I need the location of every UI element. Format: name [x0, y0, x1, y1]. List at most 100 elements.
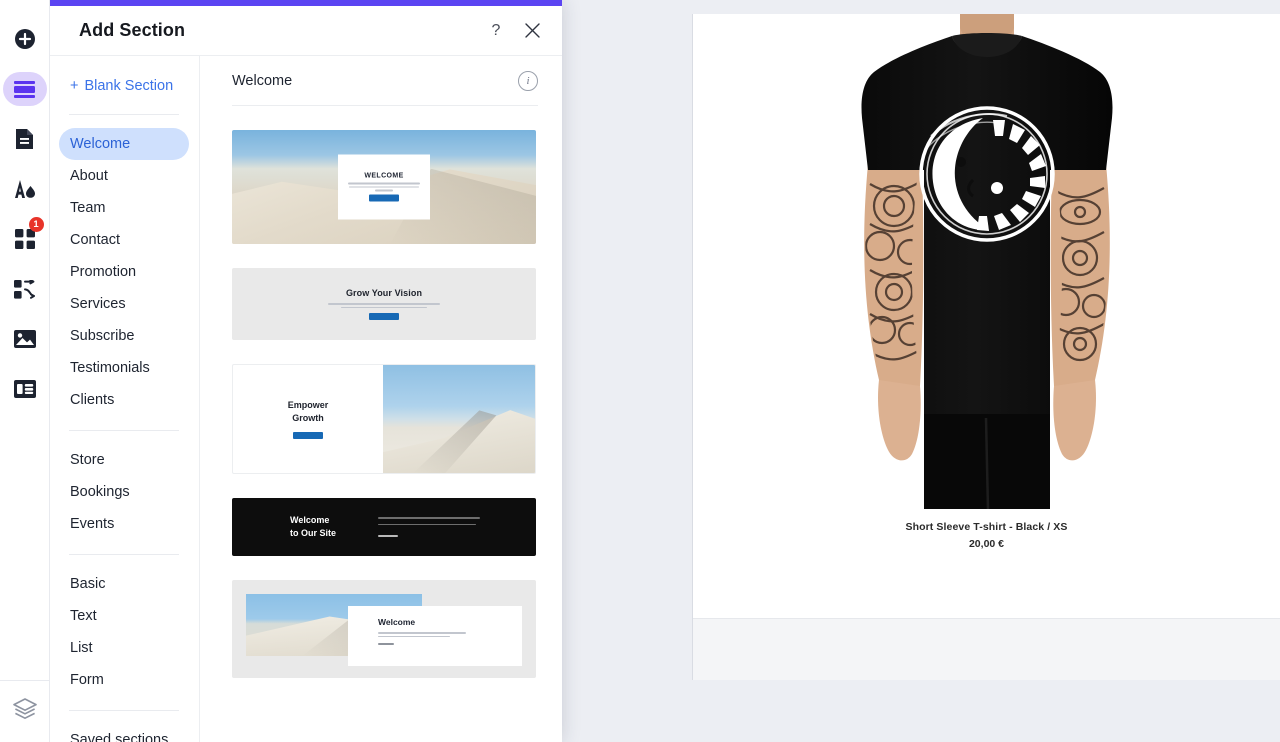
- section-category-nav[interactable]: + Blank Section Welcome About Team Conta…: [50, 56, 200, 742]
- text-line: [378, 523, 476, 525]
- text-line: [375, 189, 393, 192]
- site-preview-frame[interactable]: Short Sleeve T-shirt - Black / XS 20,00 …: [692, 14, 1280, 680]
- integrations-icon: [14, 279, 35, 299]
- model-photo-illustration: [831, 14, 1142, 509]
- blank-section-label: Blank Section: [84, 78, 174, 94]
- nav-item-events[interactable]: Events: [59, 508, 189, 540]
- page-icon: [15, 128, 34, 150]
- help-button[interactable]: ?: [482, 17, 510, 45]
- section-thumbnail-list[interactable]: Welcome i WELCOME Grow Your Vision Empow…: [200, 56, 562, 742]
- close-button[interactable]: [518, 17, 546, 45]
- thumbnail-body-lines: [328, 303, 440, 308]
- rail-item-integrations[interactable]: [3, 272, 47, 306]
- thumbnail-photo-pane: [383, 365, 535, 473]
- thumbnail-cta-button: [369, 194, 399, 202]
- product-title: Short Sleeve T-shirt - Black / XS: [905, 521, 1068, 533]
- image-icon: [13, 330, 36, 348]
- text-line: [348, 182, 420, 185]
- nav-item-subscribe[interactable]: Subscribe: [59, 320, 189, 352]
- thumbnails-container: WELCOME Grow Your Vision Empower Growth …: [200, 106, 562, 678]
- blank-section-button[interactable]: + Blank Section: [50, 72, 199, 100]
- nav-group-saved: Saved sections: [50, 724, 199, 742]
- text-line: [378, 635, 450, 637]
- heading-line-1: Welcome: [290, 515, 330, 525]
- thumbnail-heading: Grow Your Vision: [345, 288, 423, 298]
- thumbnail-body-lines: [378, 517, 480, 537]
- nav-item-text[interactable]: Text: [59, 600, 189, 632]
- nav-item-clients[interactable]: Clients: [59, 384, 189, 416]
- apps-grid-icon: [14, 229, 35, 249]
- section-thumbnail[interactable]: Welcome to Our Site: [232, 498, 536, 556]
- plus-icon: +: [70, 78, 79, 94]
- thumbnail-heading: Welcome: [378, 617, 416, 627]
- product-image[interactable]: [831, 14, 1142, 509]
- table-icon: [13, 380, 36, 398]
- nav-item-saved-sections[interactable]: Saved sections: [59, 724, 189, 742]
- nav-divider: [69, 114, 179, 115]
- nav-item-testimonials[interactable]: Testimonials: [59, 352, 189, 384]
- text-line: [349, 186, 419, 188]
- nav-item-welcome[interactable]: Welcome: [59, 128, 189, 160]
- nav-item-promotion[interactable]: Promotion: [59, 256, 189, 288]
- plus-circle-icon: [14, 28, 36, 50]
- text-line: [378, 517, 480, 519]
- sections-icon: [14, 80, 35, 98]
- rail-item-apps[interactable]: 1: [3, 217, 47, 256]
- panel-header: Add Section ?: [50, 6, 562, 56]
- nav-item-about[interactable]: About: [59, 160, 189, 192]
- sections-header: Welcome i: [232, 56, 538, 106]
- sections-header-label: Welcome: [232, 72, 293, 89]
- nav-group-content: Welcome About Team Contact Promotion Ser…: [50, 128, 199, 416]
- thumbnail-body-lines: [348, 182, 420, 192]
- thumbnail-heading: WELCOME: [364, 172, 404, 180]
- nav-item-services[interactable]: Services: [59, 288, 189, 320]
- nav-divider: [69, 710, 179, 711]
- add-section-panel: Add Section ? + Blank Section Welcome Ab…: [50, 0, 562, 742]
- rail-item-design[interactable]: [3, 172, 47, 206]
- page-title: Add Section: [79, 20, 186, 40]
- thumbnail-cta-button: [369, 313, 399, 320]
- section-thumbnail[interactable]: WELCOME: [232, 130, 536, 244]
- theme-icon: [13, 179, 37, 199]
- rail-item-media[interactable]: [3, 322, 47, 356]
- editor-root: Short Sleeve T-shirt - Black / XS 20,00 …: [0, 0, 1280, 742]
- thumbnail-card: WELCOME: [338, 154, 430, 220]
- editor-sidebar-rail: 1: [0, 0, 50, 742]
- nav-divider: [69, 554, 179, 555]
- nav-item-list[interactable]: List: [59, 632, 189, 664]
- nav-item-team[interactable]: Team: [59, 192, 189, 224]
- product-price: 20,00 €: [968, 538, 1005, 550]
- section-thumbnail[interactable]: Grow Your Vision: [232, 268, 536, 340]
- text-line: [341, 306, 427, 308]
- rail-item-sections[interactable]: [2, 72, 47, 106]
- thumbnail-card: Welcome: [348, 606, 522, 666]
- rail-item-pages[interactable]: [3, 122, 47, 156]
- apps-badge-count: 1: [28, 217, 44, 232]
- close-icon: [524, 23, 540, 38]
- thumbnail-heading: Empower Growth: [288, 399, 329, 425]
- thumbnail-link: [378, 535, 399, 537]
- thumbnail-link: [378, 643, 394, 645]
- heading-line-2: to Our Site: [290, 528, 337, 538]
- info-icon[interactable]: i: [518, 70, 538, 91]
- product-block[interactable]: Short Sleeve T-shirt - Black / XS 20,00 …: [831, 14, 1142, 550]
- heading-line-1: Empower: [287, 400, 329, 410]
- nav-group-elements: Basic Text List Form: [50, 568, 199, 696]
- section-thumbnail[interactable]: Empower Growth: [232, 364, 536, 474]
- heading-line-2: Growth: [292, 413, 324, 423]
- thumbnail-cta-button: [293, 432, 323, 439]
- thumbnail-body-lines: [378, 632, 466, 645]
- nav-item-form[interactable]: Form: [59, 664, 189, 696]
- rail-item-add[interactable]: [3, 22, 47, 56]
- rail-item-layers[interactable]: [0, 680, 49, 742]
- nav-item-contact[interactable]: Contact: [59, 224, 189, 256]
- nav-item-store[interactable]: Store: [59, 444, 189, 476]
- nav-divider: [69, 430, 179, 431]
- nav-item-basic[interactable]: Basic: [59, 568, 189, 600]
- nav-item-bookings[interactable]: Bookings: [59, 476, 189, 508]
- site-footer-strip: [693, 618, 1280, 680]
- section-thumbnail[interactable]: Welcome: [232, 580, 536, 678]
- thumbnail-heading: Welcome to Our Site: [290, 514, 336, 540]
- layers-icon: [12, 698, 37, 725]
- rail-item-content-manager[interactable]: [3, 372, 47, 406]
